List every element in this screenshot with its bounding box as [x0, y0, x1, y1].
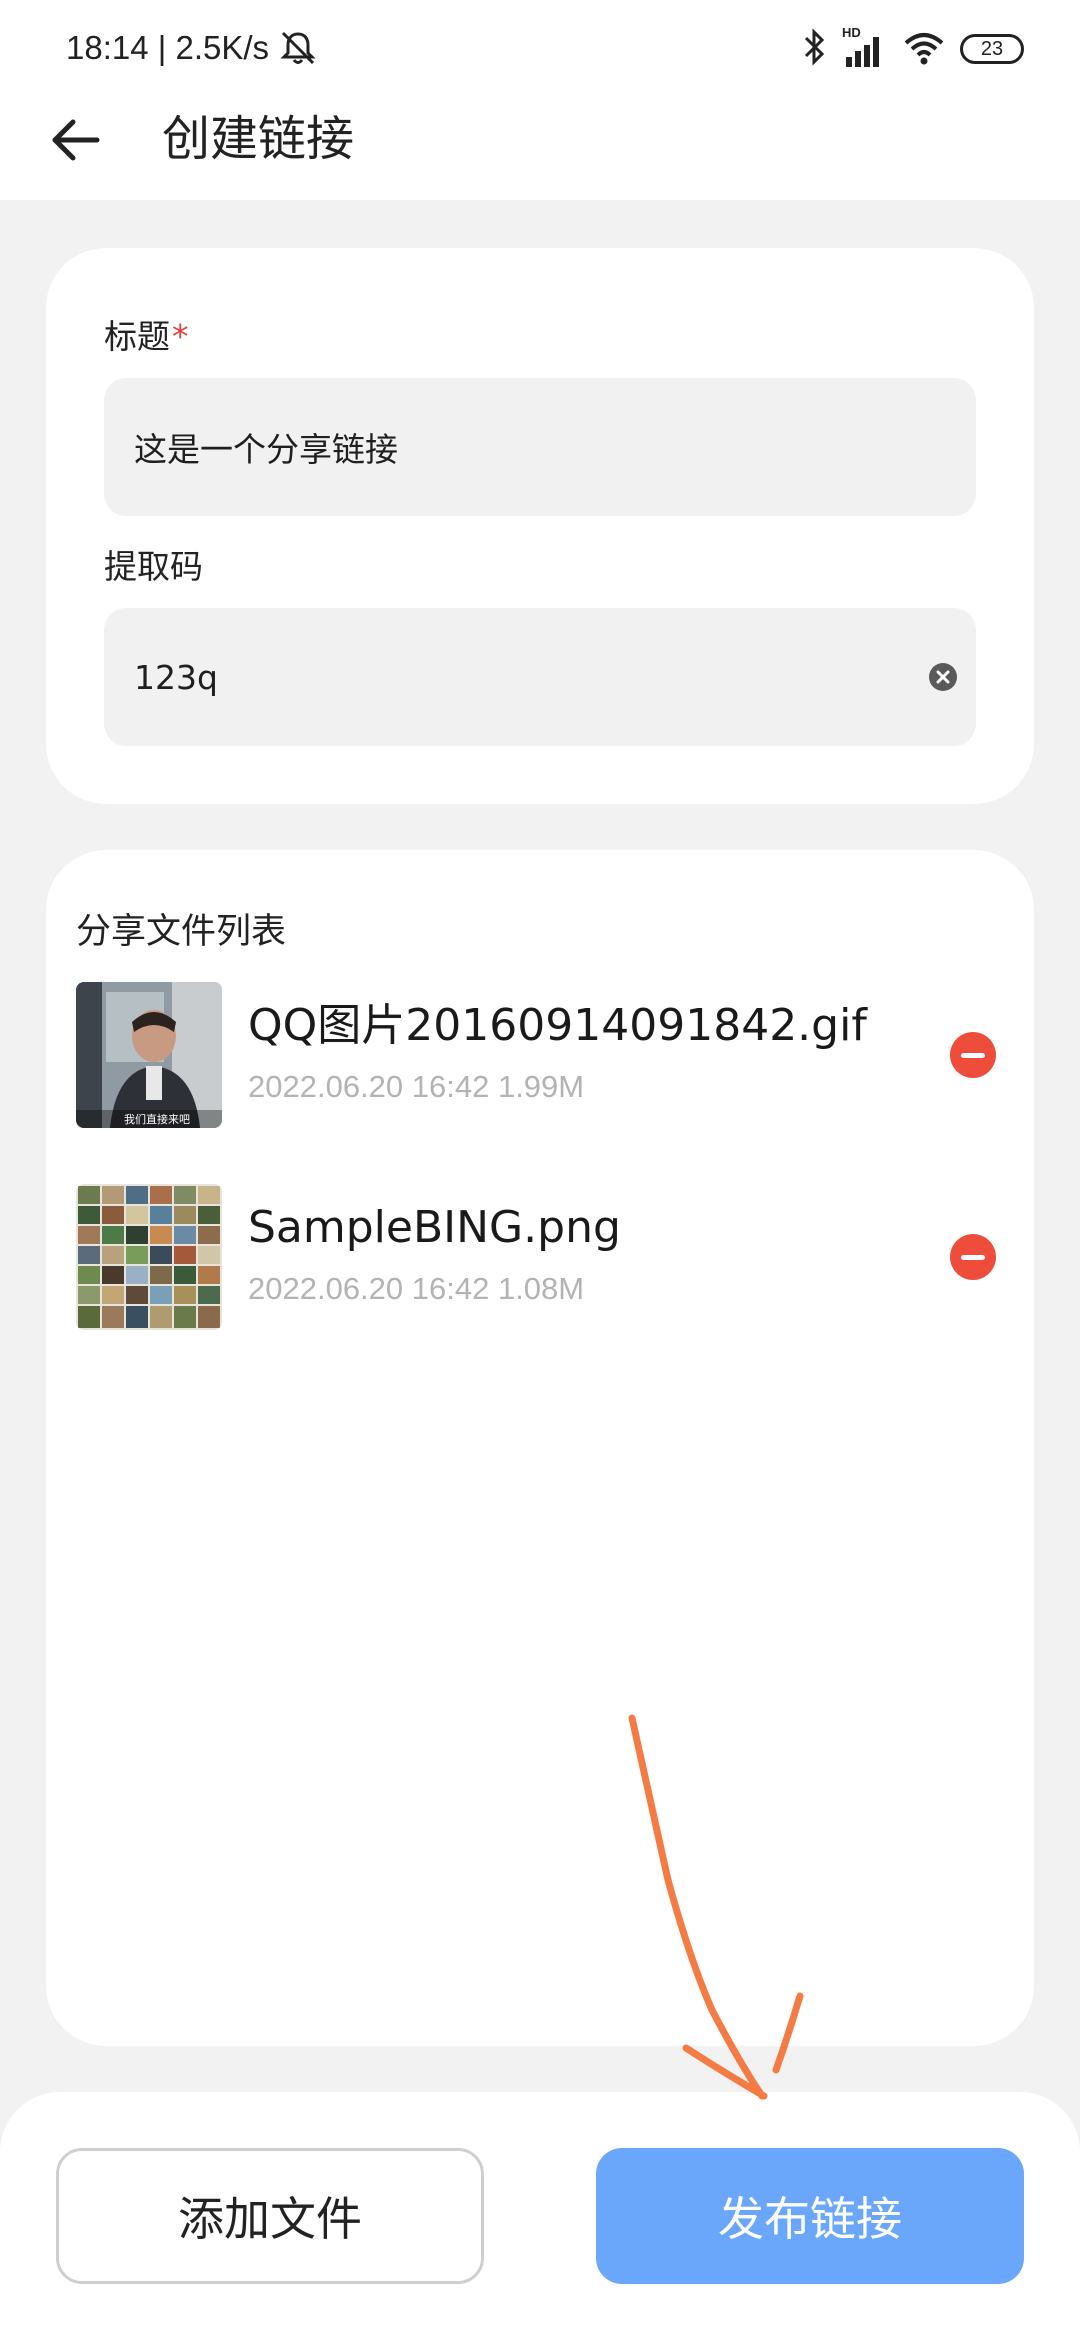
clear-input-button[interactable]: [924, 658, 962, 696]
status-time-speed: 18:14 | 2.5K/s: [66, 29, 270, 66]
file-list-item[interactable]: 我们直接来吧 QQ图片20160914091842.gif 2022.06.20…: [76, 982, 1004, 1128]
minus-icon: [961, 1254, 985, 1260]
file-name: QQ图片20160914091842.gif: [248, 1000, 867, 1051]
back-button[interactable]: [40, 100, 110, 180]
cellular-signal-icon: HD: [842, 25, 888, 69]
title-input-value: 这是一个分享链接: [134, 430, 398, 469]
minus-icon: [961, 1052, 985, 1058]
clear-icon: [929, 663, 957, 691]
page-title: 创建链接: [162, 111, 355, 167]
extraction-code-value: 123q: [134, 657, 218, 697]
file-thumbnail: [76, 1184, 222, 1330]
file-thumbnail: 我们直接来吧: [76, 982, 222, 1128]
publish-link-button[interactable]: 发布链接: [596, 2148, 1024, 2284]
bell-muted-icon: [278, 28, 318, 68]
file-name: SampleBING.png: [248, 1202, 621, 1253]
file-list-title: 分享文件列表: [76, 912, 287, 952]
file-list-item[interactable]: SampleBING.png 2022.06.20 16:42 1.08M: [76, 1184, 1004, 1330]
link-form-card: 标题* 这是一个分享链接 提取码 123q: [46, 248, 1034, 804]
thumbnail-caption: 我们直接来吧: [124, 1113, 190, 1126]
title-label-text: 标题: [104, 317, 170, 356]
extraction-code-input[interactable]: 123q: [104, 608, 976, 746]
file-meta: 2022.06.20 16:42 1.99M: [248, 1069, 585, 1104]
required-mark: *: [172, 317, 189, 356]
bluetooth-icon: [802, 27, 828, 71]
top-bar: 18:14 | 2.5K/s HD 23 创建链接: [0, 0, 1080, 200]
title-input[interactable]: 这是一个分享链接: [104, 378, 976, 516]
extraction-code-label: 提取码: [104, 547, 203, 586]
arrow-left-icon: [52, 119, 100, 161]
status-icons: HD 23: [802, 25, 1024, 72]
battery-indicator: 23: [960, 34, 1024, 64]
file-list-card: 分享文件列表 我们直接来吧 QQ图片20160914091842.gif 202…: [46, 850, 1034, 2046]
wifi-icon: [902, 27, 946, 71]
remove-file-button[interactable]: [950, 1032, 996, 1078]
remove-file-button[interactable]: [950, 1234, 996, 1280]
bottom-action-bar: 添加文件 发布链接: [0, 2092, 1080, 2340]
title-field-label: 标题*: [104, 314, 189, 360]
file-meta: 2022.06.20 16:42 1.08M: [248, 1271, 585, 1306]
add-file-button[interactable]: 添加文件: [56, 2148, 484, 2284]
